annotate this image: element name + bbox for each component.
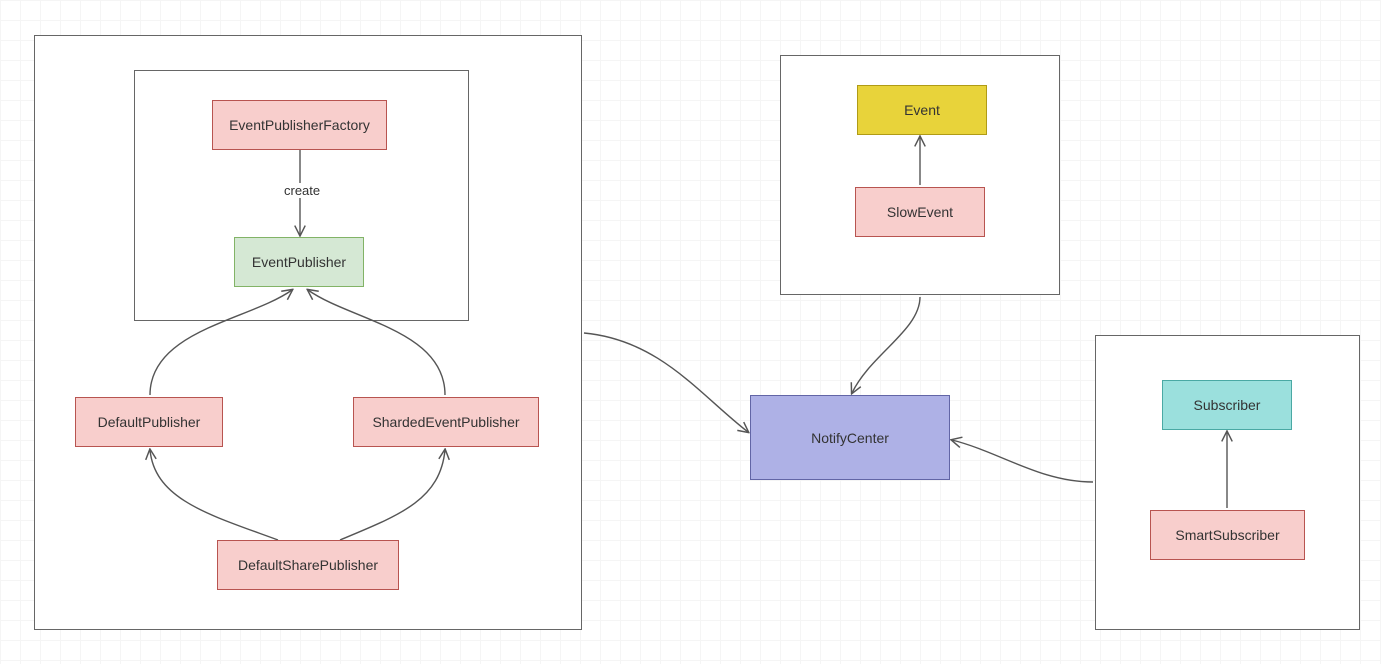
node-notify-center: NotifyCenter — [750, 395, 950, 480]
node-event-publisher: EventPublisher — [234, 237, 364, 287]
node-default-publisher: DefaultPublisher — [75, 397, 223, 447]
edge-subscribergroup-to-notifycenter — [952, 440, 1093, 482]
node-label: SlowEvent — [887, 204, 953, 220]
node-label: SmartSubscriber — [1175, 527, 1279, 543]
edge-label-create: create — [280, 183, 324, 198]
node-label: NotifyCenter — [811, 430, 889, 446]
node-smart-subscriber: SmartSubscriber — [1150, 510, 1305, 560]
node-label: DefaultSharePublisher — [238, 557, 378, 573]
edge-label-text: create — [284, 183, 320, 198]
node-label: Subscriber — [1194, 397, 1261, 413]
node-default-share-publisher: DefaultSharePublisher — [217, 540, 399, 590]
node-label: DefaultPublisher — [98, 414, 201, 430]
node-event: Event — [857, 85, 987, 135]
node-label: EventPublisher — [252, 254, 346, 270]
node-slow-event: SlowEvent — [855, 187, 985, 237]
edge-publishergroup-to-notifycenter — [584, 333, 748, 432]
node-sharded-event-publisher: ShardedEventPublisher — [353, 397, 539, 447]
edge-eventgroup-to-notifycenter — [852, 297, 920, 393]
node-label: ShardedEventPublisher — [372, 414, 519, 430]
node-subscriber: Subscriber — [1162, 380, 1292, 430]
node-label: EventPublisherFactory — [229, 117, 370, 133]
node-label: Event — [904, 102, 940, 118]
node-event-publisher-factory: EventPublisherFactory — [212, 100, 387, 150]
